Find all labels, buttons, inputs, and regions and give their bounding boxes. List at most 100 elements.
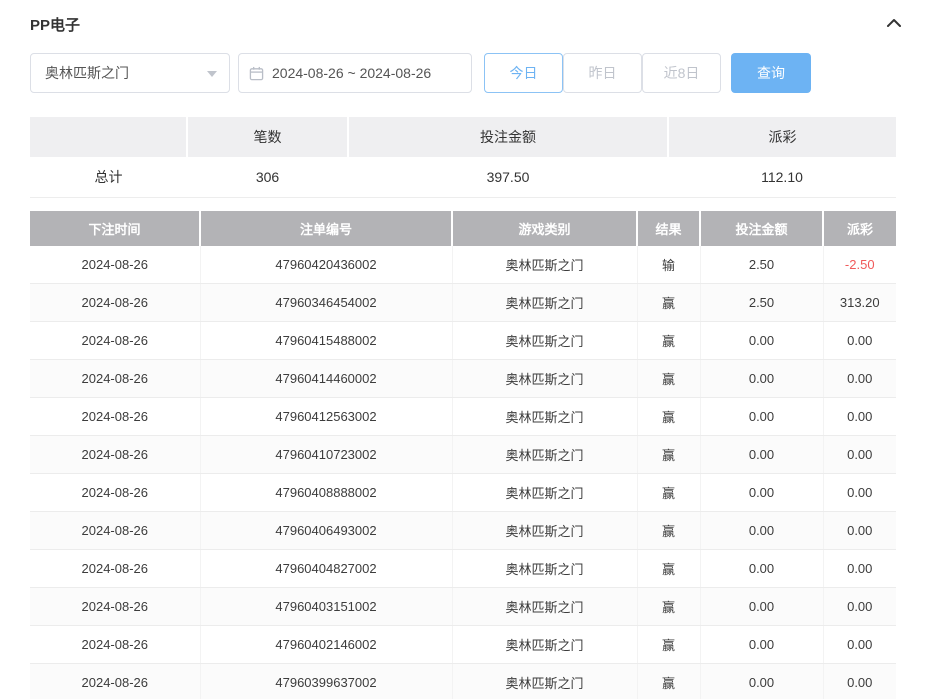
cell-result: 赢: [637, 512, 700, 550]
cell-game-type: 奥林匹斯之门: [452, 474, 637, 512]
today-button[interactable]: 今日: [484, 53, 563, 93]
cell-result: 赢: [637, 550, 700, 588]
cell-bet-amount: 0.00: [700, 360, 823, 398]
summary-table: 笔数 投注金额 派彩 总计 306 397.50 112.10: [30, 117, 896, 198]
cell-payout: 0.00: [823, 322, 896, 360]
cell-bet-time: 2024-08-26: [30, 360, 200, 398]
table-row: 2024-08-2647960412563002奥林匹斯之门赢0.000.00: [30, 398, 896, 436]
date-range-picker[interactable]: 2024-08-26 ~ 2024-08-26: [238, 53, 472, 93]
cell-result: 赢: [637, 664, 700, 699]
summary-total-count: 306: [187, 157, 348, 197]
game-select[interactable]: 奥林匹斯之门: [30, 53, 230, 93]
table-row: 2024-08-2647960414460002奥林匹斯之门赢0.000.00: [30, 360, 896, 398]
cell-game-type: 奥林匹斯之门: [452, 512, 637, 550]
cell-payout: 0.00: [823, 550, 896, 588]
cell-game-type: 奥林匹斯之门: [452, 436, 637, 474]
cell-game-type: 奥林匹斯之门: [452, 360, 637, 398]
cell-bet-amount: 0.00: [700, 512, 823, 550]
cell-payout: 0.00: [823, 360, 896, 398]
cell-bet-time: 2024-08-26: [30, 284, 200, 322]
cell-bet-time: 2024-08-26: [30, 322, 200, 360]
table-row: 2024-08-2647960399637002奥林匹斯之门赢0.000.00: [30, 664, 896, 699]
header-bet-amount: 投注金额: [700, 211, 823, 246]
bet-table-header-row: 下注时间 注单编号 游戏类别 结果 投注金额 派彩: [30, 211, 896, 246]
cell-payout: 0.00: [823, 398, 896, 436]
quick-date-buttons: 今日 昨日 近8日: [484, 53, 721, 93]
collapse-button[interactable]: [884, 15, 904, 35]
cell-game-type: 奥林匹斯之门: [452, 664, 637, 699]
cell-bet-amount: 0.00: [700, 398, 823, 436]
cell-bet-id: 47960406493002: [200, 512, 452, 550]
game-select-value: 奥林匹斯之门: [45, 63, 129, 83]
cell-bet-amount: 0.00: [700, 664, 823, 699]
summary-header-empty: [30, 117, 187, 157]
cell-payout: 0.00: [823, 664, 896, 699]
summary-header-bet-amount: 投注金额: [348, 117, 668, 157]
yesterday-button[interactable]: 昨日: [563, 53, 642, 93]
cell-bet-time: 2024-08-26: [30, 246, 200, 284]
cell-game-type: 奥林匹斯之门: [452, 626, 637, 664]
summary-header-row: 笔数 投注金额 派彩: [30, 117, 896, 157]
cell-result: 赢: [637, 474, 700, 512]
cell-result: 赢: [637, 284, 700, 322]
table-row: 2024-08-2647960420436002奥林匹斯之门输2.50-2.50: [30, 246, 896, 284]
cell-result: 输: [637, 246, 700, 284]
summary-total-row: 总计 306 397.50 112.10: [30, 157, 896, 197]
cell-bet-time: 2024-08-26: [30, 512, 200, 550]
header-payout: 派彩: [823, 211, 896, 246]
cell-result: 赢: [637, 436, 700, 474]
cell-bet-amount: 0.00: [700, 474, 823, 512]
cell-bet-time: 2024-08-26: [30, 626, 200, 664]
cell-payout: 0.00: [823, 588, 896, 626]
table-row: 2024-08-2647960408888002奥林匹斯之门赢0.000.00: [30, 474, 896, 512]
date-range-value: 2024-08-26 ~ 2024-08-26: [272, 65, 431, 81]
cell-bet-time: 2024-08-26: [30, 588, 200, 626]
summary-total-payout: 112.10: [668, 157, 896, 197]
cell-bet-id: 47960404827002: [200, 550, 452, 588]
cell-payout: 0.00: [823, 626, 896, 664]
cell-result: 赢: [637, 626, 700, 664]
cell-bet-amount: 2.50: [700, 246, 823, 284]
last-8-days-button[interactable]: 近8日: [642, 53, 721, 93]
cell-bet-amount: 0.00: [700, 588, 823, 626]
cell-bet-id: 47960403151002: [200, 588, 452, 626]
summary-total-bet-amount: 397.50: [348, 157, 668, 197]
cell-game-type: 奥林匹斯之门: [452, 246, 637, 284]
panel-title: PP电子: [30, 14, 80, 35]
filter-bar: 奥林匹斯之门 2024-08-26 ~ 2024-08-26 今日 昨日 近8日…: [30, 53, 896, 93]
search-button[interactable]: 查询: [731, 53, 811, 93]
summary-header-count: 笔数: [187, 117, 348, 157]
cell-result: 赢: [637, 360, 700, 398]
table-row: 2024-08-2647960403151002奥林匹斯之门赢0.000.00: [30, 588, 896, 626]
cell-bet-amount: 0.00: [700, 322, 823, 360]
table-row: 2024-08-2647960406493002奥林匹斯之门赢0.000.00: [30, 512, 896, 550]
cell-payout: 0.00: [823, 512, 896, 550]
cell-bet-id: 47960410723002: [200, 436, 452, 474]
cell-result: 赢: [637, 398, 700, 436]
cell-bet-id: 47960408888002: [200, 474, 452, 512]
cell-bet-time: 2024-08-26: [30, 474, 200, 512]
table-row: 2024-08-2647960415488002奥林匹斯之门赢0.000.00: [30, 322, 896, 360]
cell-payout: 313.20: [823, 284, 896, 322]
summary-header-payout: 派彩: [668, 117, 896, 157]
cell-payout: -2.50: [823, 246, 896, 284]
cell-bet-amount: 0.00: [700, 550, 823, 588]
cell-bet-id: 47960346454002: [200, 284, 452, 322]
pp-electronic-panel: PP电子 奥林匹斯之门 2024-08-26 ~ 2024-08-26 今日 昨…: [0, 0, 926, 699]
table-row: 2024-08-2647960404827002奥林匹斯之门赢0.000.00: [30, 550, 896, 588]
cell-game-type: 奥林匹斯之门: [452, 398, 637, 436]
table-row: 2024-08-2647960346454002奥林匹斯之门赢2.50313.2…: [30, 284, 896, 322]
header-bet-id: 注单编号: [200, 211, 452, 246]
cell-bet-time: 2024-08-26: [30, 664, 200, 699]
cell-bet-time: 2024-08-26: [30, 436, 200, 474]
cell-result: 赢: [637, 588, 700, 626]
cell-bet-time: 2024-08-26: [30, 550, 200, 588]
bet-records-table: 下注时间 注单编号 游戏类别 结果 投注金额 派彩 2024-08-264796…: [30, 211, 896, 699]
summary-total-label: 总计: [30, 157, 187, 197]
cell-result: 赢: [637, 322, 700, 360]
cell-game-type: 奥林匹斯之门: [452, 588, 637, 626]
header-bet-time: 下注时间: [30, 211, 200, 246]
panel-header: PP电子: [0, 0, 926, 35]
chevron-down-icon: [207, 71, 217, 77]
cell-bet-amount: 0.00: [700, 626, 823, 664]
